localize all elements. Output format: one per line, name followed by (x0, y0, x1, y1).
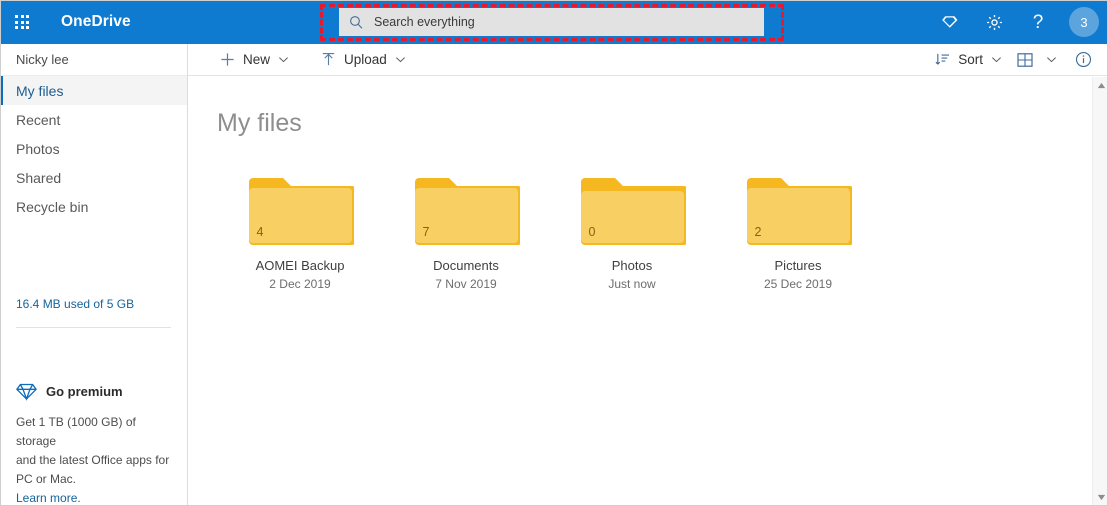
folder-icon: 7 (413, 172, 520, 245)
help-label: ? (1032, 11, 1044, 33)
sidebar-item-label: My files (16, 82, 64, 99)
triangle-up-icon (1097, 82, 1105, 89)
view-options-chevron[interactable] (1042, 45, 1060, 75)
sidebar-item-recent[interactable]: Recent (0, 105, 187, 134)
avatar-initial: 3 (1069, 7, 1099, 37)
page-title: My files (217, 109, 302, 137)
folder-tile[interactable]: 2 Pictures 25 Dec 2019 (715, 172, 881, 291)
search-icon (350, 15, 363, 29)
folder-date: 7 Nov 2019 (435, 277, 497, 291)
onedrive-brand-title[interactable]: OneDrive (61, 13, 131, 31)
app-launcher-waffle-icon[interactable] (0, 0, 44, 44)
folder-date: 2 Dec 2019 (269, 277, 331, 291)
sidebar-item-label: Recycle bin (16, 198, 89, 215)
scroll-down-arrow-icon[interactable] (1093, 489, 1108, 506)
gear-icon (986, 14, 1002, 30)
sidebar-navigation: My files Recent Photos Shared Recycle bi… (0, 76, 187, 221)
learn-more-link[interactable]: Learn more. (16, 489, 81, 506)
diamond-icon (942, 16, 958, 28)
new-label: New (243, 52, 271, 67)
command-bar-right: Sort (929, 45, 1098, 75)
go-premium-button[interactable]: Go premium (16, 381, 171, 402)
diamond-icon (16, 383, 37, 401)
folder-item-count: 4 (256, 225, 264, 239)
chevron-down-icon (992, 57, 1001, 63)
command-bar: New Upload Sort (188, 44, 1108, 76)
sidebar-item-label: Shared (16, 169, 62, 186)
folder-name: AOMEI Backup (255, 258, 345, 273)
folder-name: Documents (433, 258, 499, 273)
scroll-up-arrow-icon[interactable] (1093, 77, 1108, 94)
triangle-down-icon (1097, 494, 1105, 501)
folder-item-count: 2 (754, 225, 762, 239)
onedrive-window: OneDrive Search everything ? 3 Nicky lee… (0, 0, 1108, 506)
folder-item-count: 7 (422, 225, 430, 239)
sidebar-item-shared[interactable]: Shared (0, 163, 187, 192)
info-icon (1075, 51, 1091, 68)
premium-line-3: PC or Mac. (16, 472, 77, 486)
top-navigation-bar: OneDrive Search everything ? 3 (0, 0, 1108, 44)
folder-tile[interactable]: 7 Documents 7 Nov 2019 (383, 172, 549, 291)
search-placeholder-text: Search everything (374, 15, 475, 29)
folder-tile[interactable]: 4 AOMEI Backup 2 Dec 2019 (217, 172, 383, 291)
folder-item-count: 0 (588, 225, 596, 239)
premium-diamond-icon[interactable] (928, 0, 972, 44)
premium-line-2: and the latest Office apps for (16, 453, 170, 467)
premium-line-1: Get 1 TB (1000 GB) of storage (16, 415, 136, 448)
folder-icon: 4 (247, 172, 354, 245)
search-container: Search everything (339, 8, 764, 36)
upload-label: Upload (344, 52, 387, 67)
sidebar-divider (16, 327, 171, 328)
new-button[interactable]: New (214, 45, 295, 75)
details-info-button[interactable] (1068, 45, 1098, 75)
folder-tile[interactable]: 0 Photos Just now (549, 172, 715, 291)
storage-section: 16.4 MB used of 5 GB (0, 295, 187, 328)
plus-icon (221, 53, 234, 66)
sidebar-item-label: Photos (16, 140, 60, 157)
folder-name: Pictures (774, 258, 822, 273)
premium-promo-section: Go premium Get 1 TB (1000 GB) of storage… (0, 381, 187, 506)
sidebar-item-my-files[interactable]: My files (0, 76, 187, 105)
sidebar-item-recycle-bin[interactable]: Recycle bin (0, 192, 187, 221)
scrollbar-track[interactable] (1093, 94, 1108, 489)
folder-icon: 0 (579, 172, 686, 245)
storage-usage-link[interactable]: 16.4 MB used of 5 GB (16, 297, 134, 311)
command-bar-left: New Upload (188, 45, 412, 75)
upload-icon (322, 52, 335, 66)
sidebar-item-photos[interactable]: Photos (0, 134, 187, 163)
folder-date: Just now (608, 277, 656, 291)
main-content: My files 4 AOMEI Backup 2 Dec 2019 7 Doc… (188, 77, 1092, 506)
vertical-scrollbar[interactable] (1092, 77, 1108, 506)
user-avatar[interactable]: 3 (1060, 0, 1108, 44)
chevron-down-icon (1046, 57, 1056, 63)
tiles-view-icon (1017, 52, 1033, 67)
folder-name: Photos (611, 258, 653, 273)
folder-date: 25 Dec 2019 (763, 277, 833, 291)
sidebar-item-label: Recent (16, 111, 61, 128)
upload-button[interactable]: Upload (315, 45, 412, 75)
chevron-down-icon (279, 57, 288, 63)
sidebar: Nicky lee My files Recent Photos Shared … (0, 44, 188, 506)
folder-icon: 2 (745, 172, 852, 245)
folder-grid: 4 AOMEI Backup 2 Dec 2019 7 Documents 7 … (188, 172, 1092, 291)
top-bar-actions: ? 3 (928, 0, 1108, 44)
go-premium-label: Go premium (46, 384, 123, 399)
sort-button[interactable]: Sort (929, 45, 1008, 75)
search-input[interactable]: Search everything (339, 8, 764, 36)
sort-label: Sort (958, 52, 983, 67)
premium-description: Get 1 TB (1000 GB) of storage and the la… (16, 413, 171, 506)
waffle-grid (15, 15, 29, 29)
help-button[interactable]: ? (1016, 0, 1060, 44)
sort-icon (935, 53, 950, 65)
chevron-down-icon (395, 57, 405, 63)
view-options-button[interactable] (1010, 45, 1040, 75)
settings-gear-icon[interactable] (972, 0, 1016, 44)
sidebar-user-name[interactable]: Nicky lee (0, 44, 187, 76)
